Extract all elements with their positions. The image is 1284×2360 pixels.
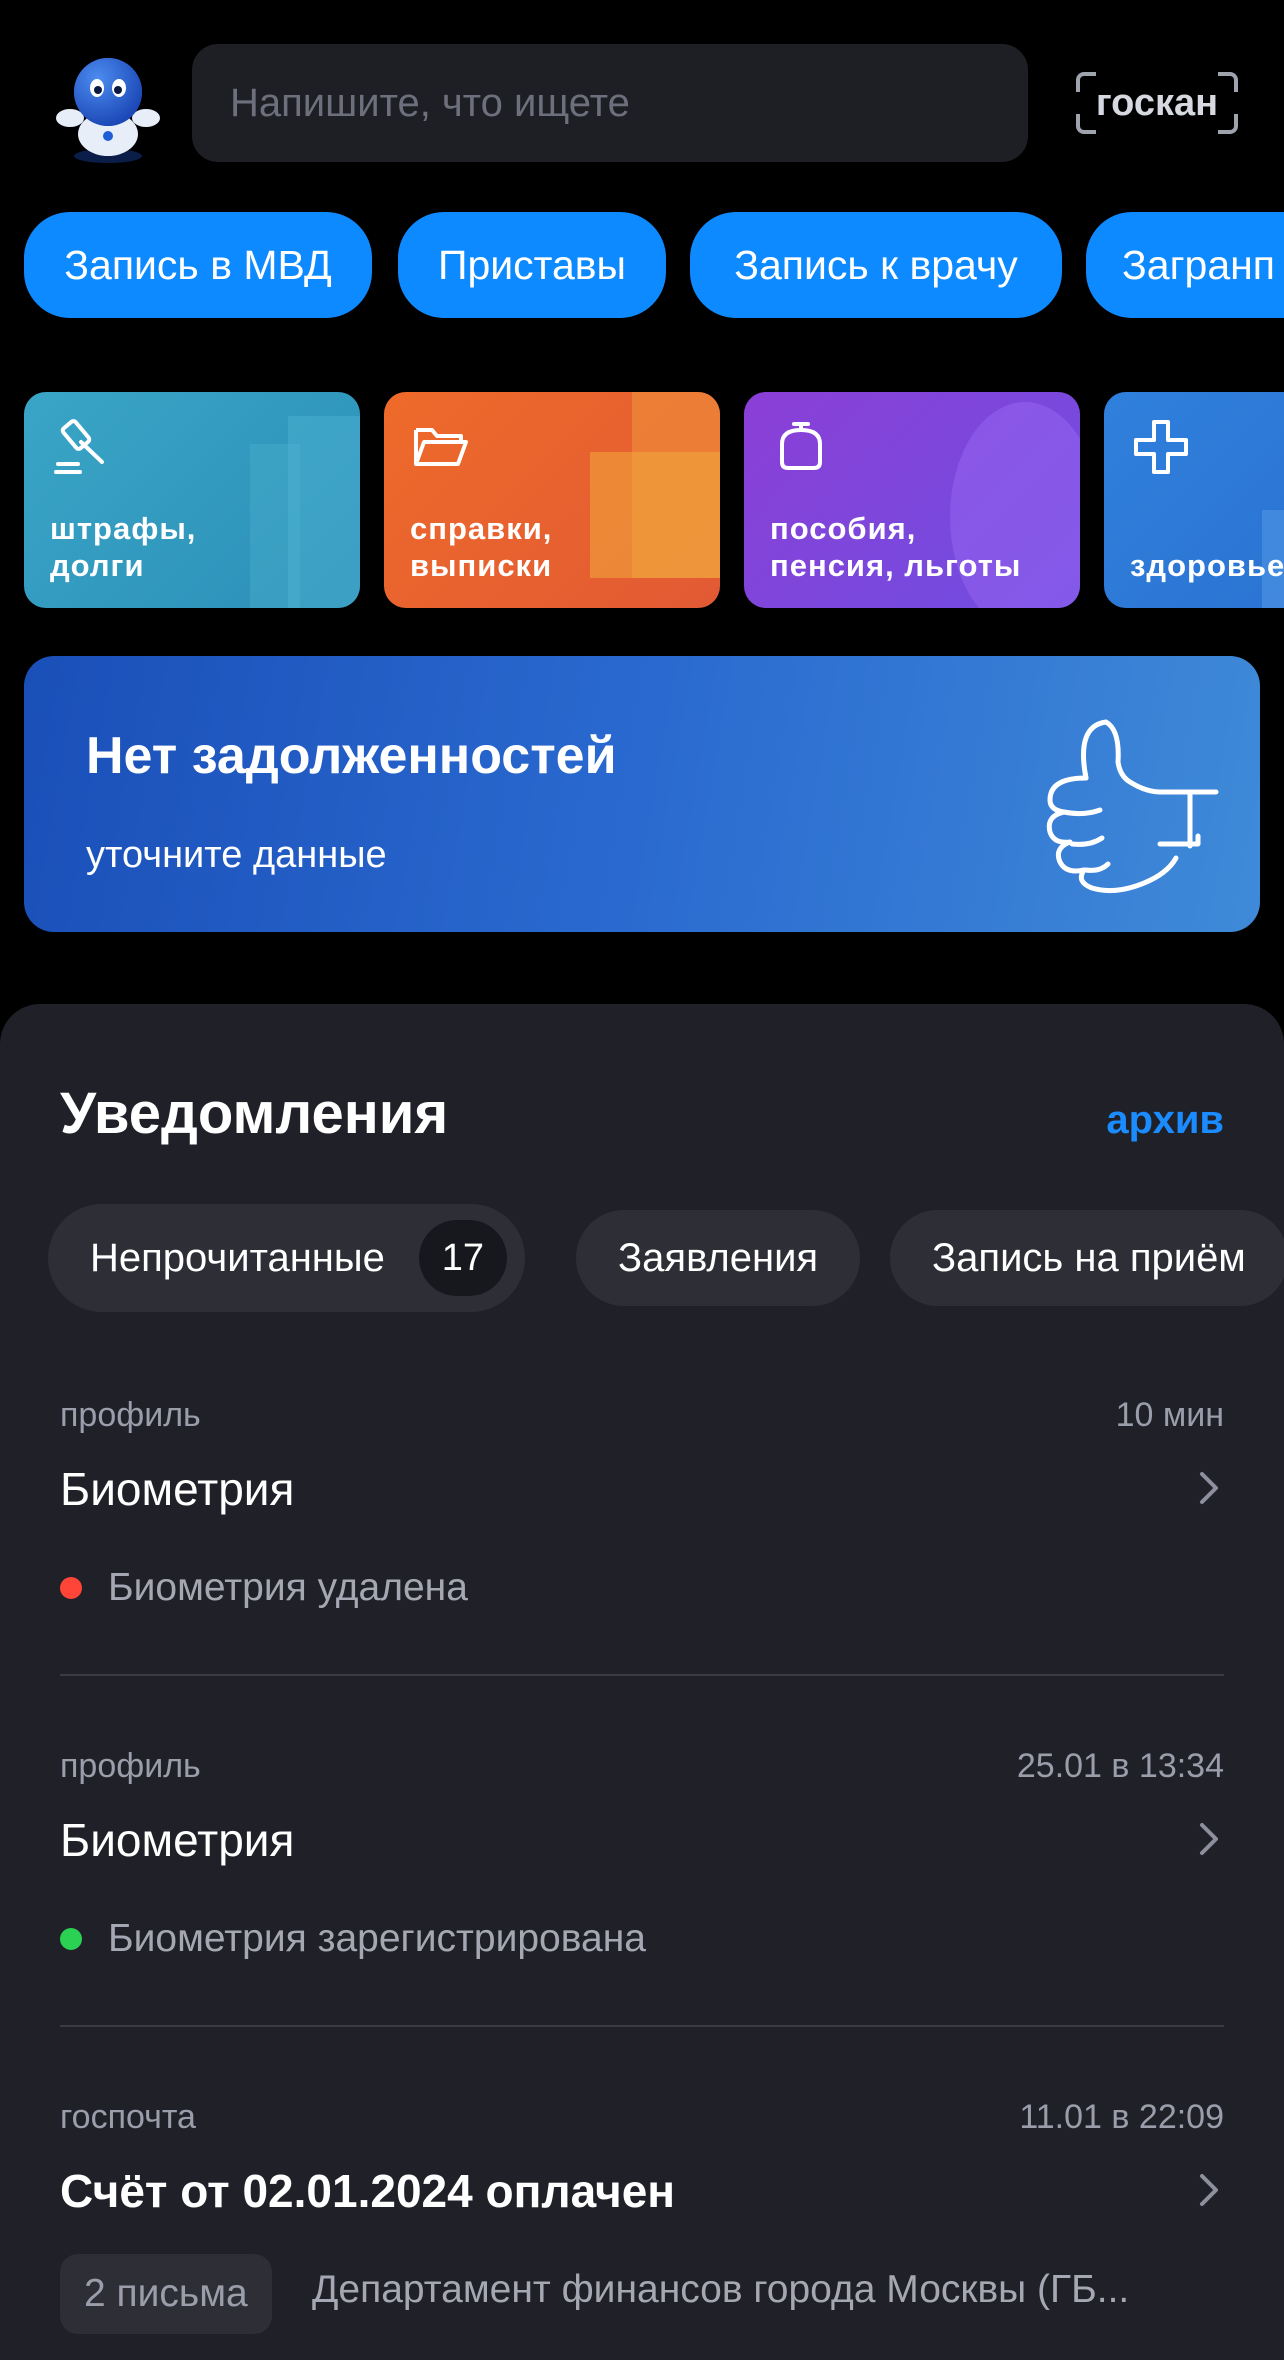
notification-sender: Департамент финансов города Москвы (ГБ..… bbox=[312, 2268, 1130, 2311]
debt-card-title: Нет задолженностей bbox=[86, 727, 617, 785]
notifications-panel: Уведомления архив Непрочитанные 17 Заявл… bbox=[0, 1004, 1284, 2360]
assistant-robot-icon[interactable] bbox=[48, 48, 168, 168]
filter-label: Запись на приём bbox=[932, 1235, 1246, 1280]
folder-icon bbox=[414, 428, 468, 466]
goskan-button[interactable]: госкан bbox=[1076, 72, 1238, 134]
chevron-right-icon bbox=[1200, 1823, 1218, 1855]
notification-item[interactable]: профиль 10 мин Биометрия Биометрия удале… bbox=[60, 1396, 1224, 1666]
notifications-heading: Уведомления bbox=[60, 1081, 449, 1146]
wallet-icon bbox=[780, 422, 822, 470]
notification-time: 10 мин bbox=[1115, 1396, 1224, 1434]
goskan-label: госкан bbox=[1095, 81, 1219, 124]
notification-time: 11.01 в 22:09 bbox=[1019, 2098, 1224, 2136]
debt-card-subtitle: уточните данные bbox=[86, 834, 387, 876]
notification-title: Счёт от 02.01.2024 оплачен bbox=[60, 2165, 676, 2217]
category-tiles-row: штрафы, долги справки, выписки пособия, … bbox=[0, 392, 1284, 608]
chip-mvd-appointment[interactable]: Запись в МВД bbox=[24, 212, 372, 318]
tile-label: справки, выписки bbox=[410, 511, 553, 583]
notification-status: Биометрия зарегистрирована bbox=[60, 1917, 646, 1961]
filter-label: Заявления bbox=[618, 1235, 819, 1280]
top-bar: госкан bbox=[0, 0, 1284, 200]
status-dot-red bbox=[60, 1577, 82, 1599]
notification-status: Биометрия удалена bbox=[60, 1566, 468, 1610]
gavel-icon bbox=[54, 419, 104, 474]
divider bbox=[60, 1674, 1224, 1676]
tile-label: штрафы, долги bbox=[50, 511, 197, 583]
filter-unread[interactable]: Непрочитанные 17 bbox=[48, 1204, 525, 1312]
plus-icon bbox=[1134, 420, 1188, 474]
status-text: Биометрия удалена bbox=[108, 1566, 468, 1609]
search-bar[interactable] bbox=[192, 44, 1028, 162]
scan-frame-corner bbox=[1076, 114, 1096, 134]
chip-doctor-appointment[interactable]: Запись к врачу bbox=[690, 212, 1062, 318]
scan-frame-corner bbox=[1218, 72, 1238, 92]
chevron-right-icon bbox=[1200, 2174, 1218, 2206]
tile-certificates-extracts[interactable]: справки, выписки bbox=[384, 392, 720, 608]
notification-category: профиль bbox=[60, 1747, 201, 1785]
notification-title: Биометрия bbox=[60, 1814, 295, 1866]
status-dot-green bbox=[60, 1928, 82, 1950]
notification-time: 25.01 в 13:34 bbox=[1016, 1747, 1224, 1785]
filter-applications[interactable]: Заявления bbox=[576, 1210, 861, 1306]
chip-passport[interactable]: Загранп bbox=[1086, 212, 1284, 318]
status-text: Биометрия зарегистрирована bbox=[108, 1917, 646, 1960]
notification-category: госпочта bbox=[60, 2098, 196, 2136]
tile-label: пособия, пенсия, льготы bbox=[770, 511, 1022, 583]
unread-count-badge: 17 bbox=[418, 1220, 507, 1296]
notification-category: профиль bbox=[60, 1396, 201, 1434]
notification-item[interactable]: профиль 25.01 в 13:34 Биометрия Биометри… bbox=[60, 1747, 1224, 2017]
divider bbox=[60, 2025, 1224, 2027]
tile-benefits-pension[interactable]: пособия, пенсия, льготы bbox=[744, 392, 1080, 608]
filter-appointments[interactable]: Запись на приём bbox=[890, 1210, 1284, 1306]
tile-label: здоровье bbox=[1130, 548, 1284, 583]
notification-item[interactable]: госпочта 11.01 в 22:09 Счёт от 02.01.202… bbox=[60, 2098, 1224, 2360]
letters-count-badge: 2 письма bbox=[60, 2254, 272, 2334]
chevron-right-icon bbox=[1200, 1472, 1218, 1504]
notification-title: Биометрия bbox=[60, 1463, 295, 1515]
debt-status-card[interactable]: Нет задолженностей уточните данные bbox=[24, 656, 1260, 932]
tile-fines-debts[interactable]: штрафы, долги bbox=[24, 392, 360, 608]
chip-bailiffs[interactable]: Приставы bbox=[398, 212, 666, 318]
archive-link[interactable]: архив bbox=[1106, 1098, 1224, 1143]
scan-frame-corner bbox=[1076, 72, 1096, 92]
thumbs-up-icon bbox=[1046, 719, 1219, 894]
notification-filters: Непрочитанные 17 Заявления Запись на при… bbox=[0, 1204, 1284, 1314]
scan-frame-corner bbox=[1218, 114, 1238, 134]
search-input[interactable] bbox=[228, 79, 1028, 127]
filter-label: Непрочитанные bbox=[90, 1235, 385, 1280]
tile-health[interactable]: здоровье bbox=[1104, 392, 1284, 608]
quick-actions-row: Запись в МВД Приставы Запись к врачу Заг… bbox=[0, 212, 1284, 322]
